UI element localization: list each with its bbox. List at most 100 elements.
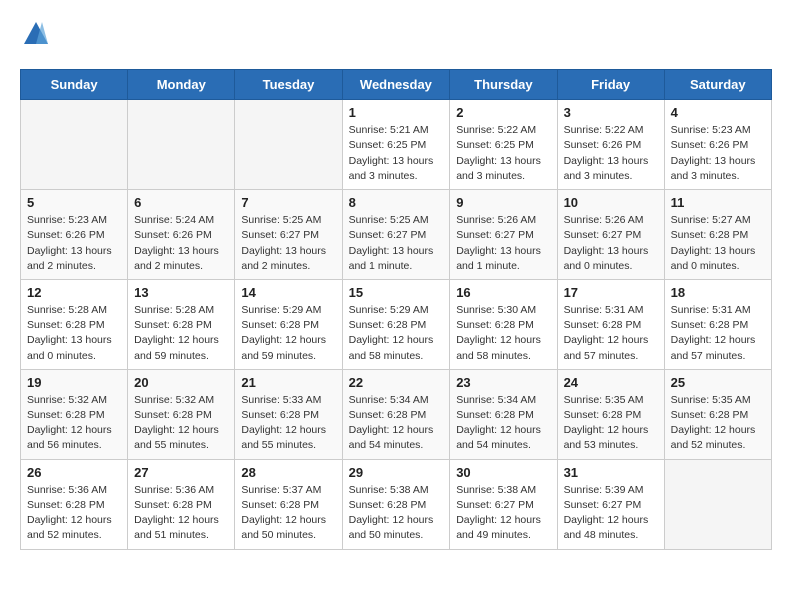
calendar-header-saturday: Saturday [664,70,771,100]
day-number: 9 [456,195,550,210]
day-info: Sunrise: 5:28 AM Sunset: 6:28 PM Dayligh… [27,303,121,364]
calendar-cell: 26Sunrise: 5:36 AM Sunset: 6:28 PM Dayli… [21,459,128,549]
day-number: 8 [349,195,444,210]
calendar-cell: 7 Sunrise: 5:25 AM Sunset: 6:27 PM Daylig… [235,190,342,280]
calendar-cell: 1 Sunrise: 5:21 AM Sunset: 6:25 PM Daylig… [342,100,450,190]
day-number: 13 [134,285,228,300]
calendar-header-tuesday: Tuesday [235,70,342,100]
day-info: Sunrise: 5:31 AM Sunset: 6:28 PM Dayligh… [564,303,658,364]
day-info: Sunrise: 5:25 AM Sunset: 6:27 PM Dayligh… [349,213,444,274]
calendar-cell: 16 Sunrise: 5:30 AM Sunset: 6:28 PM Dayli… [450,279,557,369]
calendar-cell: 11 Sunrise: 5:27 AM Sunset: 6:28 PM Dayli… [664,190,771,280]
calendar-header-sunday: Sunday [21,70,128,100]
day-number: 22 [349,375,444,390]
day-number: 16 [456,285,550,300]
day-info: Sunrise: 5:36 AM Sunset: 6:28 PM Dayligh… [27,483,121,544]
day-number: 14 [241,285,335,300]
day-number: 12 [27,285,121,300]
calendar-header-row: SundayMondayTuesdayWednesdayThursdayFrid… [21,70,772,100]
day-info: Sunrise: 5:28 AM Sunset: 6:28 PM Dayligh… [134,303,228,364]
day-info: Sunrise: 5:34 AM Sunset: 6:28 PM Dayligh… [349,393,444,454]
day-info: Sunrise: 5:26 AM Sunset: 6:27 PM Dayligh… [456,213,550,274]
day-number: 21 [241,375,335,390]
calendar-cell: 8 Sunrise: 5:25 AM Sunset: 6:27 PM Daylig… [342,190,450,280]
calendar-cell: 25 Sunrise: 5:35 AM Sunset: 6:28 PM Dayli… [664,369,771,459]
day-info: Sunrise: 5:36 AM Sunset: 6:28 PM Dayligh… [134,483,228,544]
day-info: Sunrise: 5:27 AM Sunset: 6:28 PM Dayligh… [671,213,765,274]
calendar-cell: 18 Sunrise: 5:31 AM Sunset: 6:28 PM Dayli… [664,279,771,369]
calendar-cell: 12 Sunrise: 5:28 AM Sunset: 6:28 PM Dayli… [21,279,128,369]
day-number: 10 [564,195,658,210]
calendar-header-wednesday: Wednesday [342,70,450,100]
calendar-cell: 13 Sunrise: 5:28 AM Sunset: 6:28 PM Dayli… [128,279,235,369]
day-info: Sunrise: 5:26 AM Sunset: 6:27 PM Dayligh… [564,213,658,274]
calendar-cell [235,100,342,190]
day-number: 24 [564,375,658,390]
day-number: 18 [671,285,765,300]
calendar-cell: 9 Sunrise: 5:26 AM Sunset: 6:27 PM Daylig… [450,190,557,280]
calendar-cell [21,100,128,190]
day-info: Sunrise: 5:35 AM Sunset: 6:28 PM Dayligh… [564,393,658,454]
day-info: Sunrise: 5:21 AM Sunset: 6:25 PM Dayligh… [349,123,444,184]
day-info: Sunrise: 5:32 AM Sunset: 6:28 PM Dayligh… [134,393,228,454]
page-header [20,20,772,53]
calendar-table: SundayMondayTuesdayWednesdayThursdayFrid… [20,69,772,549]
day-info: Sunrise: 5:33 AM Sunset: 6:28 PM Dayligh… [241,393,335,454]
day-info: Sunrise: 5:23 AM Sunset: 6:26 PM Dayligh… [671,123,765,184]
calendar-cell [664,459,771,549]
day-info: Sunrise: 5:38 AM Sunset: 6:27 PM Dayligh… [456,483,550,544]
calendar-week-row: 19 Sunrise: 5:32 AM Sunset: 6:28 PM Dayli… [21,369,772,459]
calendar-cell: 31 Sunrise: 5:39 AM Sunset: 6:27 PM Dayli… [557,459,664,549]
day-number: 4 [671,105,765,120]
day-number: 25 [671,375,765,390]
day-number: 1 [349,105,444,120]
calendar-cell: 29 Sunrise: 5:38 AM Sunset: 6:28 PM Dayli… [342,459,450,549]
day-info: Sunrise: 5:31 AM Sunset: 6:28 PM Dayligh… [671,303,765,364]
day-number: 2 [456,105,550,120]
day-info: Sunrise: 5:23 AM Sunset: 6:26 PM Dayligh… [27,213,121,274]
day-info: Sunrise: 5:34 AM Sunset: 6:28 PM Dayligh… [456,393,550,454]
day-number: 31 [564,465,658,480]
day-info: Sunrise: 5:22 AM Sunset: 6:25 PM Dayligh… [456,123,550,184]
calendar-cell: 24 Sunrise: 5:35 AM Sunset: 6:28 PM Dayli… [557,369,664,459]
day-info: Sunrise: 5:38 AM Sunset: 6:28 PM Dayligh… [349,483,444,544]
day-info: Sunrise: 5:22 AM Sunset: 6:26 PM Dayligh… [564,123,658,184]
day-info: Sunrise: 5:35 AM Sunset: 6:28 PM Dayligh… [671,393,765,454]
day-number: 5 [27,195,121,210]
calendar-header-friday: Friday [557,70,664,100]
calendar-week-row: 26Sunrise: 5:36 AM Sunset: 6:28 PM Dayli… [21,459,772,549]
calendar-cell: 3Sunrise: 5:22 AM Sunset: 6:26 PM Daylig… [557,100,664,190]
day-number: 28 [241,465,335,480]
logo [20,20,50,53]
day-info: Sunrise: 5:24 AM Sunset: 6:26 PM Dayligh… [134,213,228,274]
day-info: Sunrise: 5:39 AM Sunset: 6:27 PM Dayligh… [564,483,658,544]
calendar-cell: 19Sunrise: 5:32 AM Sunset: 6:28 PM Dayli… [21,369,128,459]
calendar-cell: 10 Sunrise: 5:26 AM Sunset: 6:27 PM Dayli… [557,190,664,280]
day-number: 17 [564,285,658,300]
day-number: 7 [241,195,335,210]
calendar-week-row: 5 Sunrise: 5:23 AM Sunset: 6:26 PM Daylig… [21,190,772,280]
calendar-cell: 30 Sunrise: 5:38 AM Sunset: 6:27 PM Dayli… [450,459,557,549]
logo-icon [22,20,50,48]
day-number: 19 [27,375,121,390]
day-number: 23 [456,375,550,390]
day-number: 15 [349,285,444,300]
calendar-header-monday: Monday [128,70,235,100]
day-number: 6 [134,195,228,210]
calendar-cell: 22 Sunrise: 5:34 AM Sunset: 6:28 PM Dayli… [342,369,450,459]
day-info: Sunrise: 5:29 AM Sunset: 6:28 PM Dayligh… [349,303,444,364]
calendar-cell: 20Sunrise: 5:32 AM Sunset: 6:28 PM Dayli… [128,369,235,459]
calendar-cell: 15 Sunrise: 5:29 AM Sunset: 6:28 PM Dayli… [342,279,450,369]
day-number: 29 [349,465,444,480]
calendar-cell: 6 Sunrise: 5:24 AM Sunset: 6:26 PM Daylig… [128,190,235,280]
day-number: 11 [671,195,765,210]
calendar-cell: 4 Sunrise: 5:23 AM Sunset: 6:26 PM Daylig… [664,100,771,190]
day-number: 30 [456,465,550,480]
day-number: 27 [134,465,228,480]
calendar-cell: 14Sunrise: 5:29 AM Sunset: 6:28 PM Dayli… [235,279,342,369]
day-info: Sunrise: 5:30 AM Sunset: 6:28 PM Dayligh… [456,303,550,364]
day-info: Sunrise: 5:25 AM Sunset: 6:27 PM Dayligh… [241,213,335,274]
calendar-cell [128,100,235,190]
calendar-cell: 2 Sunrise: 5:22 AM Sunset: 6:25 PM Daylig… [450,100,557,190]
day-info: Sunrise: 5:37 AM Sunset: 6:28 PM Dayligh… [241,483,335,544]
